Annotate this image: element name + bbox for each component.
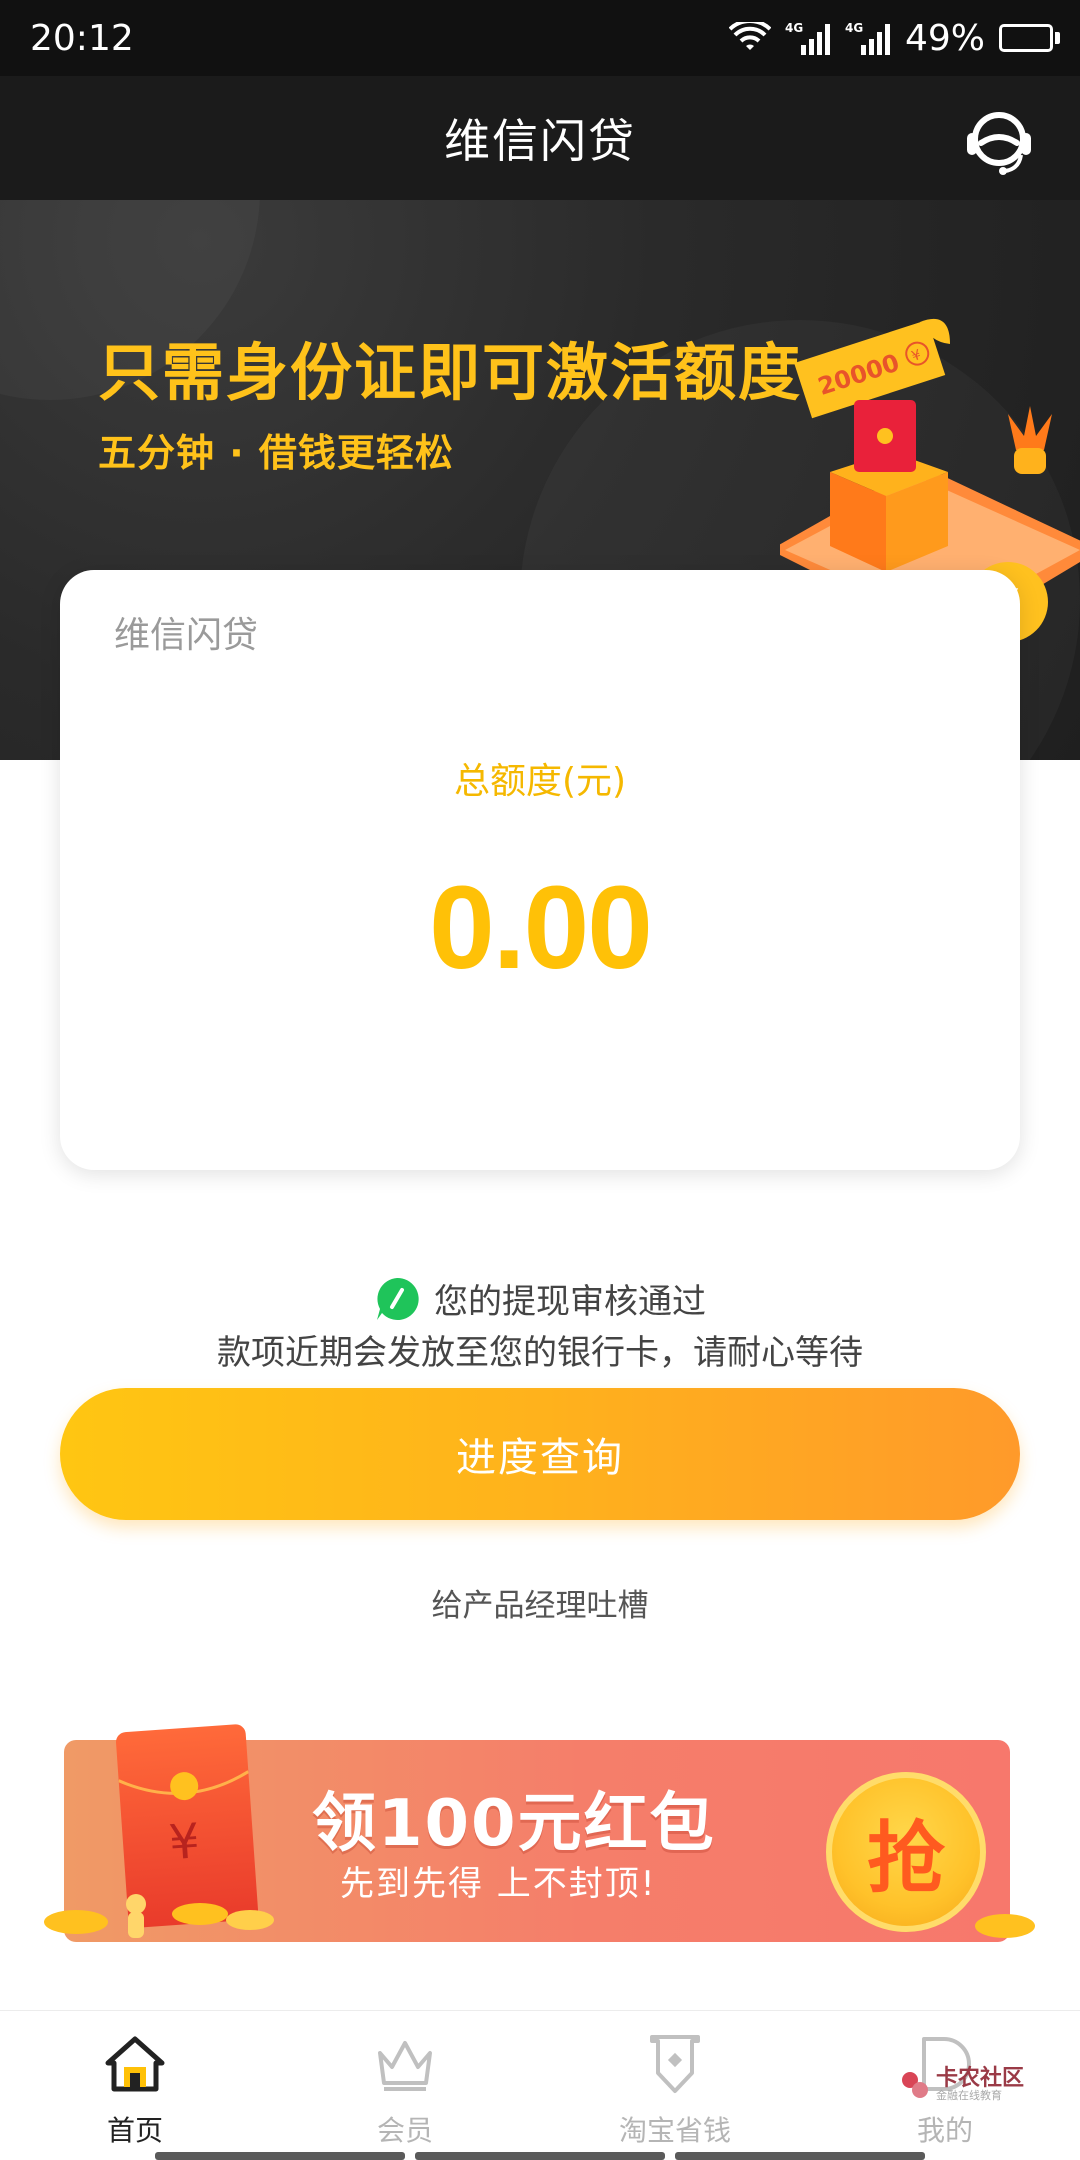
system-nav-indicator bbox=[0, 2152, 1080, 2160]
signal-icon-2: 4G bbox=[845, 21, 890, 55]
nav-item-home[interactable]: 首页 bbox=[0, 2011, 270, 2160]
watermark-text: 卡农社区 bbox=[936, 2066, 1025, 2091]
nav-label-mine: 我的 bbox=[916, 2114, 973, 2147]
status-time: 20:12 bbox=[30, 17, 134, 59]
nav-label-taobao: 淘宝省钱 bbox=[618, 2114, 731, 2147]
check-bubble-icon bbox=[377, 1277, 419, 1320]
watermark-logo-icon bbox=[902, 2071, 928, 2098]
home-icon bbox=[105, 2036, 165, 2092]
card-brand: 维信闪贷 bbox=[114, 615, 259, 656]
customer-service-button[interactable] bbox=[958, 100, 1040, 182]
envelope-symbol: ¥ bbox=[167, 1813, 201, 1871]
watermark: 卡农社区 金融在线教育 bbox=[900, 2068, 1024, 2101]
banner-subtitle: 五分钟 · 借钱更轻松 bbox=[98, 431, 454, 475]
grab-button[interactable]: 抢 bbox=[826, 1772, 986, 1932]
battery-icon bbox=[999, 24, 1060, 52]
battery-percent: 49% bbox=[904, 17, 985, 59]
customer-service-icon bbox=[967, 112, 1031, 175]
promo-subtitle: 先到先得 上不封顶! bbox=[340, 1864, 657, 1904]
coin-decoration bbox=[975, 1914, 1035, 1938]
page-title: 维信闪贷 bbox=[444, 114, 636, 168]
nav-label-home: 首页 bbox=[106, 2114, 163, 2147]
network-type-2: 4G bbox=[845, 21, 863, 35]
feedback-link[interactable]: 给产品经理吐槽 bbox=[0, 1580, 1080, 1625]
nav-item-taobao[interactable]: 淘宝省钱 bbox=[540, 2011, 810, 2160]
app-header: 维信闪贷 bbox=[0, 76, 1080, 200]
status-icons: 4G 4G 49% bbox=[728, 17, 1060, 59]
nav-label-member: 会员 bbox=[376, 2114, 433, 2147]
withdraw-status: 您的提现审核通过 bbox=[0, 1274, 1080, 1323]
shield-tag-icon bbox=[650, 2035, 700, 2093]
withdraw-status-detail: 款项近期会发放至您的银行卡，请耐心等待 bbox=[217, 1333, 863, 1373]
total-limit-label: 总额度(元) bbox=[453, 761, 627, 802]
wifi-icon bbox=[728, 22, 771, 50]
network-type-1: 4G bbox=[785, 21, 803, 35]
promo-title: 领100元红包 bbox=[312, 1787, 716, 1861]
withdraw-status-text: 您的提现审核通过 bbox=[434, 1282, 706, 1322]
total-limit-amount: 0.00 bbox=[429, 862, 653, 994]
crown-icon bbox=[378, 2041, 432, 2091]
progress-query-button[interactable]: 进度查询 bbox=[60, 1388, 1020, 1520]
status-bar: 20:12 4G 4G 49% bbox=[0, 0, 1080, 76]
watermark-sub: 金融在线教育 bbox=[936, 2089, 1002, 2102]
signal-icon: 4G bbox=[785, 21, 830, 55]
credit-card: 维信闪贷 总额度(元) 0.00 bbox=[60, 570, 1020, 1170]
coins-illustration bbox=[44, 1894, 274, 1938]
red-packet-promo-banner[interactable]: ¥ 领100元红包 先到先得 上不封顶! 抢 bbox=[40, 1723, 1040, 1958]
nav-item-member[interactable]: 会员 bbox=[270, 2011, 540, 2160]
banner-title: 只需身份证即可激活额度 bbox=[98, 336, 803, 409]
